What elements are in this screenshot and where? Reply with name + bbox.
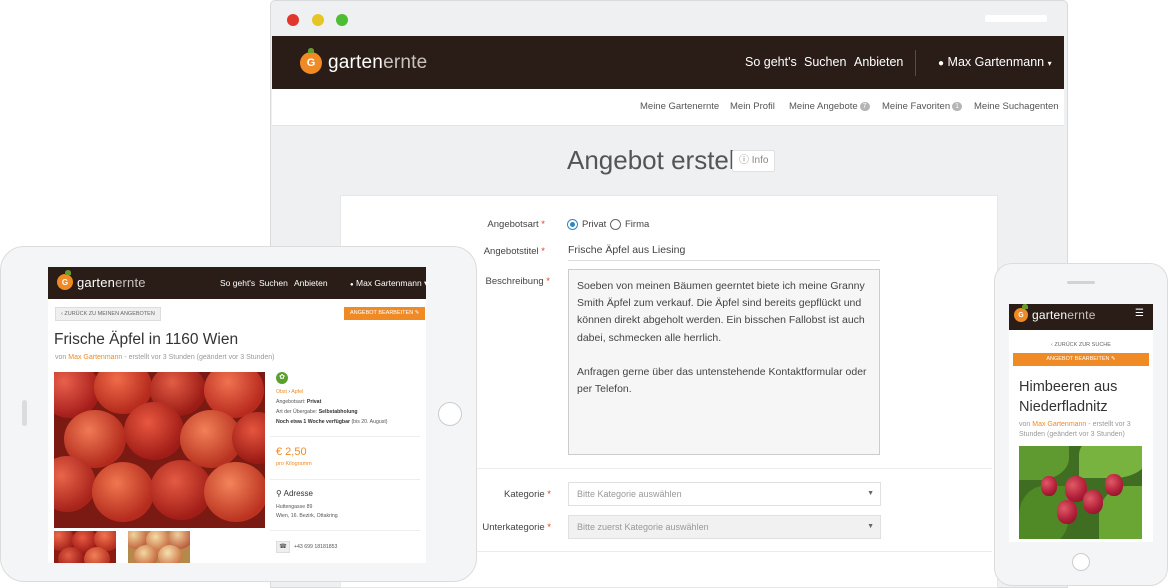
subnav-my-profile[interactable]: Mein Profil xyxy=(730,101,775,112)
radio-firma[interactable] xyxy=(610,219,621,230)
address-bar[interactable] xyxy=(985,15,1047,22)
logo-wordmark: gartenernte xyxy=(77,274,146,290)
offer-title: Frische Äpfel in 1160 Wien xyxy=(54,331,239,348)
offer-type-info: Angebotsart: Privat xyxy=(276,399,322,405)
user-icon: ● xyxy=(938,58,945,69)
tablet-user-menu[interactable]: ● Max Gartenmann ▾ xyxy=(350,278,428,289)
divider xyxy=(270,436,420,437)
nav-how-it-works[interactable]: So geht's xyxy=(745,55,797,69)
phone-edit-offer-button[interactable]: ANGEBOT BEARBEITEN ✎ xyxy=(1013,353,1149,366)
info-icon: ⓘ xyxy=(739,155,749,166)
price: € 2,50 xyxy=(276,446,307,458)
price-unit: pro Kilogramm xyxy=(276,461,312,467)
phone-offer-title: Himbeeren aus Niederfladnitz xyxy=(1019,379,1118,415)
favorites-count-badge: 1 xyxy=(952,102,963,111)
category-select[interactable]: Bitte Kategorie auswählen ▼ xyxy=(568,482,881,506)
nav-search[interactable]: Suchen xyxy=(804,55,846,69)
logo-wordmark: gartenernte xyxy=(1032,308,1096,322)
phone-offer-byline: von Max Gartenmann - erstellt vor 3 Stun… xyxy=(1019,421,1131,438)
logo-wordmark: gartenernte xyxy=(328,52,428,73)
radio-firma-label: Firma xyxy=(625,219,650,230)
user-icon: ● xyxy=(350,282,354,288)
phone-icon: ☎ xyxy=(276,541,290,553)
address-line-2: Wien, 16. Bezirk, Ottakring xyxy=(276,513,338,519)
phone-home-button[interactable] xyxy=(1072,553,1090,571)
nav-offer[interactable]: Anbieten xyxy=(854,55,903,69)
edit-offer-button[interactable]: ANGEBOT BEARBEITEN ✎ xyxy=(344,307,426,320)
photo-thumbnail-2[interactable] xyxy=(128,531,190,563)
chevron-down-icon: ▾ xyxy=(1047,59,1052,68)
nav-divider xyxy=(915,50,916,76)
divider xyxy=(270,530,420,531)
offer-byline: von Max Gartenmann - erstellt vor 3 Stun… xyxy=(55,354,275,361)
category-breadcrumb: Obst › Apfel xyxy=(276,389,304,395)
tablet-camera xyxy=(22,400,27,426)
close-dot-icon[interactable] xyxy=(287,14,299,26)
offer-title-input[interactable]: Frische Äpfel aus Liesing xyxy=(568,244,880,261)
address-line-1: Huttengasse 89 xyxy=(276,504,313,510)
tablet-home-button[interactable] xyxy=(438,402,462,426)
divider xyxy=(270,479,420,480)
map-pin-icon: ⚲ xyxy=(276,489,282,498)
desktop-logo[interactable]: G gartenernte xyxy=(300,48,428,74)
subnav-my-search-agents[interactable]: Meine Suchagenten xyxy=(974,101,1059,112)
user-menu[interactable]: ● Max Gartenmann ▾ xyxy=(938,55,1052,69)
info-button[interactable]: ⓘ Info xyxy=(732,150,776,172)
availability-info: Noch etwa 1 Woche verfügbar (bis 20. Aug… xyxy=(276,419,388,425)
author-link[interactable]: Max Gartenmann xyxy=(1032,421,1086,428)
crumb-obst[interactable]: Obst xyxy=(276,389,287,395)
carrot-logo-icon: G xyxy=(300,48,322,74)
back-to-my-offers-button[interactable]: ‹ ZURÜCK ZU MEINEN ANGEBOTEN xyxy=(55,307,161,321)
tablet-nav-search[interactable]: Suchen xyxy=(259,278,288,288)
radio-privat-label: Privat xyxy=(582,219,607,230)
chevron-down-icon: ▾ xyxy=(424,278,429,288)
subcategory-select[interactable]: Bitte zuerst Kategorie auswählen ▼ xyxy=(568,515,881,539)
phone-speaker xyxy=(1067,281,1095,284)
form-divider-bottom xyxy=(476,551,992,552)
caret-down-icon: ▼ xyxy=(867,490,874,497)
carrot-logo-icon: G xyxy=(1014,304,1028,322)
address-heading: ⚲ Adresse xyxy=(276,489,313,498)
subnav-my-favorites[interactable]: Meine Favoriten 1 xyxy=(882,101,963,112)
user-name: Max Gartenmann xyxy=(947,55,1045,69)
tablet-nav-offer[interactable]: Anbieten xyxy=(294,278,328,288)
leaf-icon: ✿ xyxy=(276,372,288,384)
handover-info: Art der Übergabe: Selbstabholung xyxy=(276,409,358,415)
maximize-dot-icon[interactable] xyxy=(336,14,348,26)
carrot-logo-icon: G xyxy=(57,270,73,290)
minimize-dot-icon[interactable] xyxy=(312,14,324,26)
back-to-search-button[interactable]: ‹ ZURÜCK ZUR SUCHE xyxy=(1013,339,1149,351)
tablet-logo[interactable]: G gartenernte xyxy=(57,270,146,290)
menu-icon[interactable]: ☰ xyxy=(1135,309,1145,319)
tablet-nav-how[interactable]: So geht's xyxy=(220,278,255,288)
offers-count-badge: 7 xyxy=(859,102,870,111)
apples-photo[interactable] xyxy=(54,372,265,528)
caret-down-icon: ▼ xyxy=(867,523,874,530)
photo-thumbnail-1[interactable] xyxy=(54,531,116,563)
subnav-my-offers[interactable]: Meine Angebote 7 xyxy=(789,101,870,112)
radio-privat[interactable] xyxy=(567,219,578,230)
raspberries-photo[interactable] xyxy=(1019,446,1142,539)
description-textarea[interactable]: Soeben von meinen Bäumen geerntet biete … xyxy=(568,269,880,455)
author-link[interactable]: Max Gartenmann xyxy=(68,354,122,361)
phone-logo[interactable]: G gartenernte xyxy=(1014,304,1096,322)
phone-number[interactable]: +43 699 18181853 xyxy=(294,544,337,550)
offer-type-label: Angebotsart * xyxy=(487,219,545,230)
crumb-apfel[interactable]: Apfel xyxy=(291,389,303,395)
form-divider xyxy=(476,468,992,469)
subnav-my-gartenernte[interactable]: Meine Gartenernte xyxy=(640,101,719,112)
